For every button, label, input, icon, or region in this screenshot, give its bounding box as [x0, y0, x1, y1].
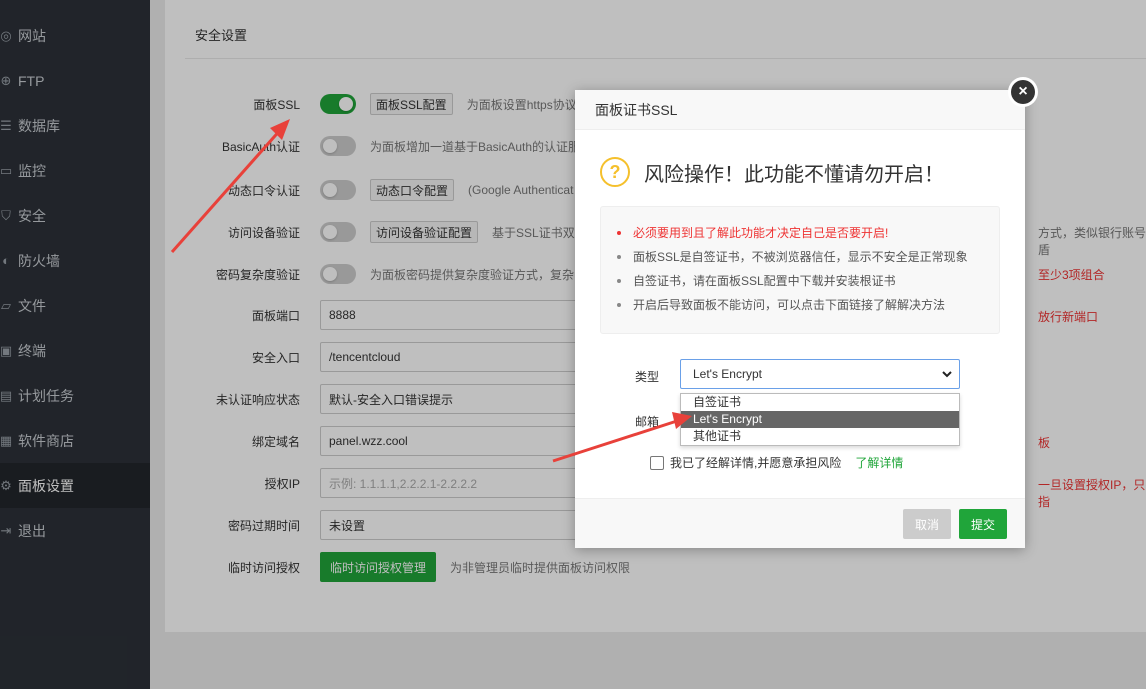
note-item: 自签证书，请在面板SSL配置中下载并安装根证书 — [617, 269, 999, 293]
note-item: 必须要用到且了解此功能才决定自己是否要开启! — [617, 221, 999, 245]
email-label: 邮箱 — [635, 415, 660, 429]
dialog-title: 面板证书SSL — [575, 90, 1025, 130]
learn-more-link[interactable]: 了解详情 — [855, 454, 903, 471]
submit-button[interactable]: 提交 — [959, 509, 1007, 539]
type-option-selfsigned[interactable]: 自签证书 — [681, 394, 959, 411]
agree-text: 我已了经解详情,并愿意承担风险 — [670, 456, 842, 470]
note-item: 开启后导致面板不能访问，可以点击下面链接了解解决方法 — [617, 293, 999, 317]
ssl-dialog: 面板证书SSL ? 风险操作！此功能不懂请勿开启！ 必须要用到且了解此功能才决定… — [575, 90, 1025, 548]
type-select-value: Let's Encrypt — [693, 367, 762, 381]
warning-header: ? 风险操作！此功能不懂请勿开启！ — [600, 157, 944, 187]
agree-checkbox[interactable] — [650, 455, 664, 470]
dialog-footer: 取消 提交 — [575, 498, 1025, 548]
type-select[interactable]: Let's Encrypt — [680, 359, 960, 389]
agree-row: 我已了经解详情,并愿意承担风险 了解详情 — [650, 454, 903, 471]
cancel-button[interactable]: 取消 — [903, 509, 951, 539]
close-icon: × — [1011, 80, 1035, 104]
note-item: 面板SSL是自签证书，不被浏览器信任，显示不安全是正常现象 — [617, 245, 999, 269]
type-option-other[interactable]: 其他证书 — [681, 428, 959, 445]
chevron-down-icon — [941, 366, 953, 385]
close-button[interactable]: × — [1008, 77, 1038, 107]
type-label: 类型 — [635, 370, 660, 384]
type-dropdown: 自签证书 Let's Encrypt 其他证书 — [680, 393, 960, 446]
notes-box: 必须要用到且了解此功能才决定自己是否要开启! 面板SSL是自签证书，不被浏览器信… — [600, 206, 1000, 334]
warning-title: 风险操作！此功能不懂请勿开启！ — [644, 163, 944, 186]
question-icon: ? — [600, 157, 630, 187]
type-option-letsencrypt[interactable]: Let's Encrypt — [681, 411, 959, 428]
